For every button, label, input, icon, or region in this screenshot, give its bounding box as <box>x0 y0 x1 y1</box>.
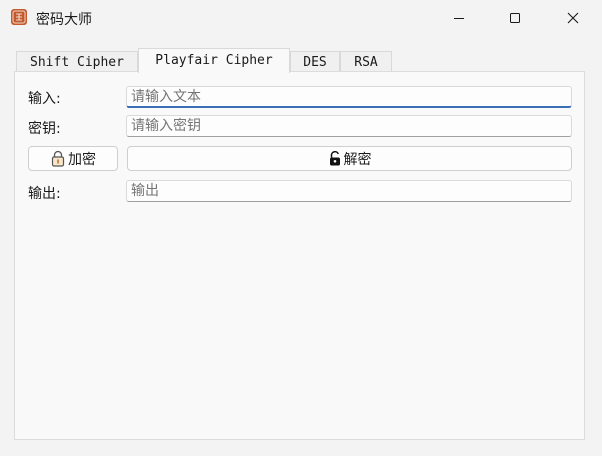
decrypt-button[interactable]: 解密 <box>127 146 572 171</box>
input-field[interactable] <box>126 86 572 108</box>
app-seal-icon <box>11 9 27 25</box>
tab-playfair-cipher[interactable]: Playfair Cipher <box>138 48 290 73</box>
lock-icon <box>51 150 65 167</box>
encrypt-label: 加密 <box>68 151 96 168</box>
window-title: 密码大师 <box>36 12 92 28</box>
key-field[interactable] <box>126 115 572 137</box>
input-label: 输入: <box>28 91 61 107</box>
output-field[interactable] <box>126 180 572 202</box>
tab-rsa[interactable]: RSA <box>340 51 392 71</box>
key-label: 密钥: <box>28 121 61 137</box>
minimize-button[interactable] <box>436 0 482 36</box>
decrypt-label: 解密 <box>343 151 372 168</box>
minimize-icon <box>454 18 464 19</box>
maximize-icon <box>510 13 520 23</box>
unlock-icon <box>329 151 340 166</box>
tab-shift-cipher[interactable]: Shift Cipher <box>16 51 138 71</box>
title-bar[interactable]: 密码大师 <box>0 0 602 36</box>
output-label: 输出: <box>28 186 61 202</box>
tab-des[interactable]: DES <box>290 51 340 71</box>
encrypt-button[interactable]: 加密 <box>28 146 118 171</box>
maximize-button[interactable] <box>492 0 538 36</box>
close-icon <box>567 12 579 24</box>
close-button[interactable] <box>550 0 596 36</box>
